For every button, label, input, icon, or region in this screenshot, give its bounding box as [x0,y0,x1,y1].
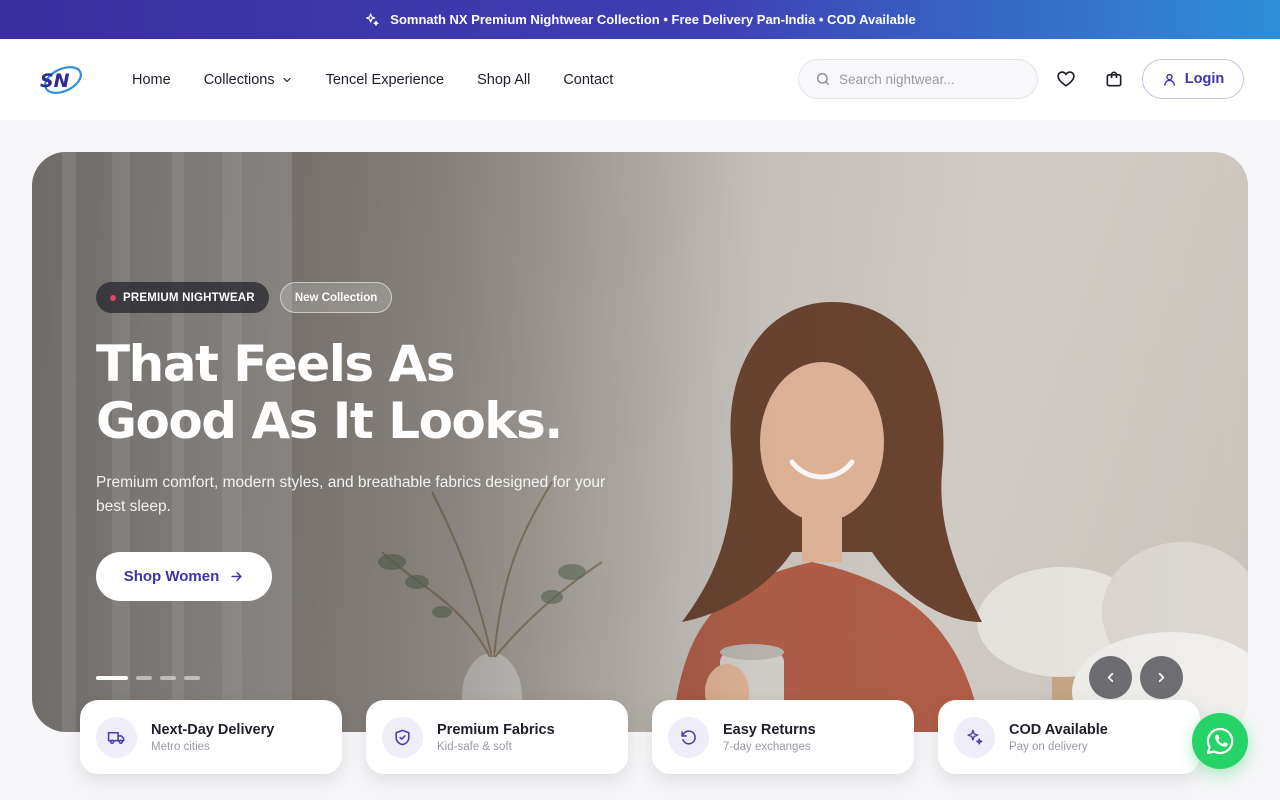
hero-headline: That Feels As Good As It Looks. [96,335,563,450]
badge-new-label: New Collection [294,291,378,304]
brand-logo[interactable]: SN [38,60,84,98]
feature-card-delivery: Next-Day Delivery Metro cities [80,700,342,774]
nav-home-label: Home [132,71,171,88]
nav-tencel-label: Tencel Experience [325,71,445,88]
slide-dot-3[interactable] [160,676,176,680]
feature-icon-wrap [382,716,423,758]
shield-icon [395,729,410,745]
sparkles-icon [366,12,379,26]
nav-contact-label: Contact [563,71,614,88]
badge-new-collection: New Collection [279,282,393,313]
announcement-text: Somnath NX Premium Nightwear Collection … [390,12,916,27]
login-label: Login [1184,71,1225,87]
nav-collections[interactable]: Collections [204,72,293,88]
badge-premium-nightwear: PREMIUM NIGHTWEAR [96,282,269,313]
hero-headline-line-1: That Feels As [96,335,455,393]
nav-collections-label: Collections [203,71,275,88]
hero-subheadline: Premium comfort, modern styles, and brea… [96,474,606,515]
feature-title: Premium Fabrics [437,721,555,738]
login-button[interactable]: Login [1142,59,1244,99]
feature-subtitle: Kid-safe & soft [437,740,512,753]
hero-headline-line-2: Good As It Looks. [96,392,563,450]
arrow-right-icon [231,572,242,581]
nav-home[interactable]: Home [132,72,171,88]
feature-icon-wrap [96,716,137,758]
logo-text: SN [40,70,70,92]
feature-card-cod: COD Available Pay on delivery [938,700,1200,774]
hero-badges: PREMIUM NIGHTWEAR New Collection [96,282,393,313]
chevron-down-icon [283,77,291,82]
chevron-right-icon [1158,672,1165,683]
announcement-bar: Somnath NX Premium Nightwear Collection … [0,0,1280,39]
whatsapp-icon [1206,727,1234,755]
nav-shop-all[interactable]: Shop All [477,72,530,88]
prev-slide-button[interactable] [1089,656,1132,699]
badge-premium-label: PREMIUM NIGHTWEAR [123,291,255,304]
main-nav: Home Collections Tencel Experience Shop … [132,39,646,120]
feature-subtitle: Metro cities [151,740,210,753]
search-bar[interactable] [798,59,1038,99]
header: SN Home Collections Tencel Experience Sh… [0,39,1280,120]
search-icon [817,73,829,85]
feature-subtitle: 7-day exchanges [723,740,811,753]
nav-tencel-experience[interactable]: Tencel Experience [326,72,445,88]
feature-icon-wrap [954,716,995,758]
next-slide-button[interactable] [1140,656,1183,699]
slide-indicators [96,676,200,680]
feature-strip: Next-Day Delivery Metro cities Premium F… [80,700,1200,774]
rotate-ccw-icon [681,729,696,745]
badge-dot [110,294,116,301]
shopping-bag-icon [1106,71,1122,87]
nav-contact[interactable]: Contact [563,72,613,88]
slide-dot-2[interactable] [136,676,152,680]
chevron-left-icon [1107,672,1114,683]
slide-dot-1[interactable] [96,676,128,680]
sparkles-icon [967,729,983,745]
truck-icon [107,731,125,744]
hero-banner: PREMIUM NIGHTWEAR New Collection That Fe… [32,152,1248,732]
shop-women-button[interactable]: Shop Women [96,552,272,601]
heart-icon [1057,71,1075,87]
user-icon [1163,73,1175,86]
nav-shop-all-label: Shop All [477,71,531,88]
feature-title: COD Available [1009,721,1108,738]
wishlist-button[interactable] [1054,67,1078,91]
search-input[interactable] [839,71,1019,87]
shop-women-label: Shop Women [123,568,220,585]
feature-title: Easy Returns [723,721,816,738]
feature-subtitle: Pay on delivery [1009,740,1088,753]
cart-button[interactable] [1102,67,1126,91]
feature-title: Next-Day Delivery [151,721,275,738]
feature-card-returns: Easy Returns 7-day exchanges [652,700,914,774]
slide-dot-4[interactable] [184,676,200,680]
whatsapp-chat-button[interactable] [1192,713,1248,769]
feature-card-fabrics: Premium Fabrics Kid-safe & soft [366,700,628,774]
feature-icon-wrap [668,716,709,758]
